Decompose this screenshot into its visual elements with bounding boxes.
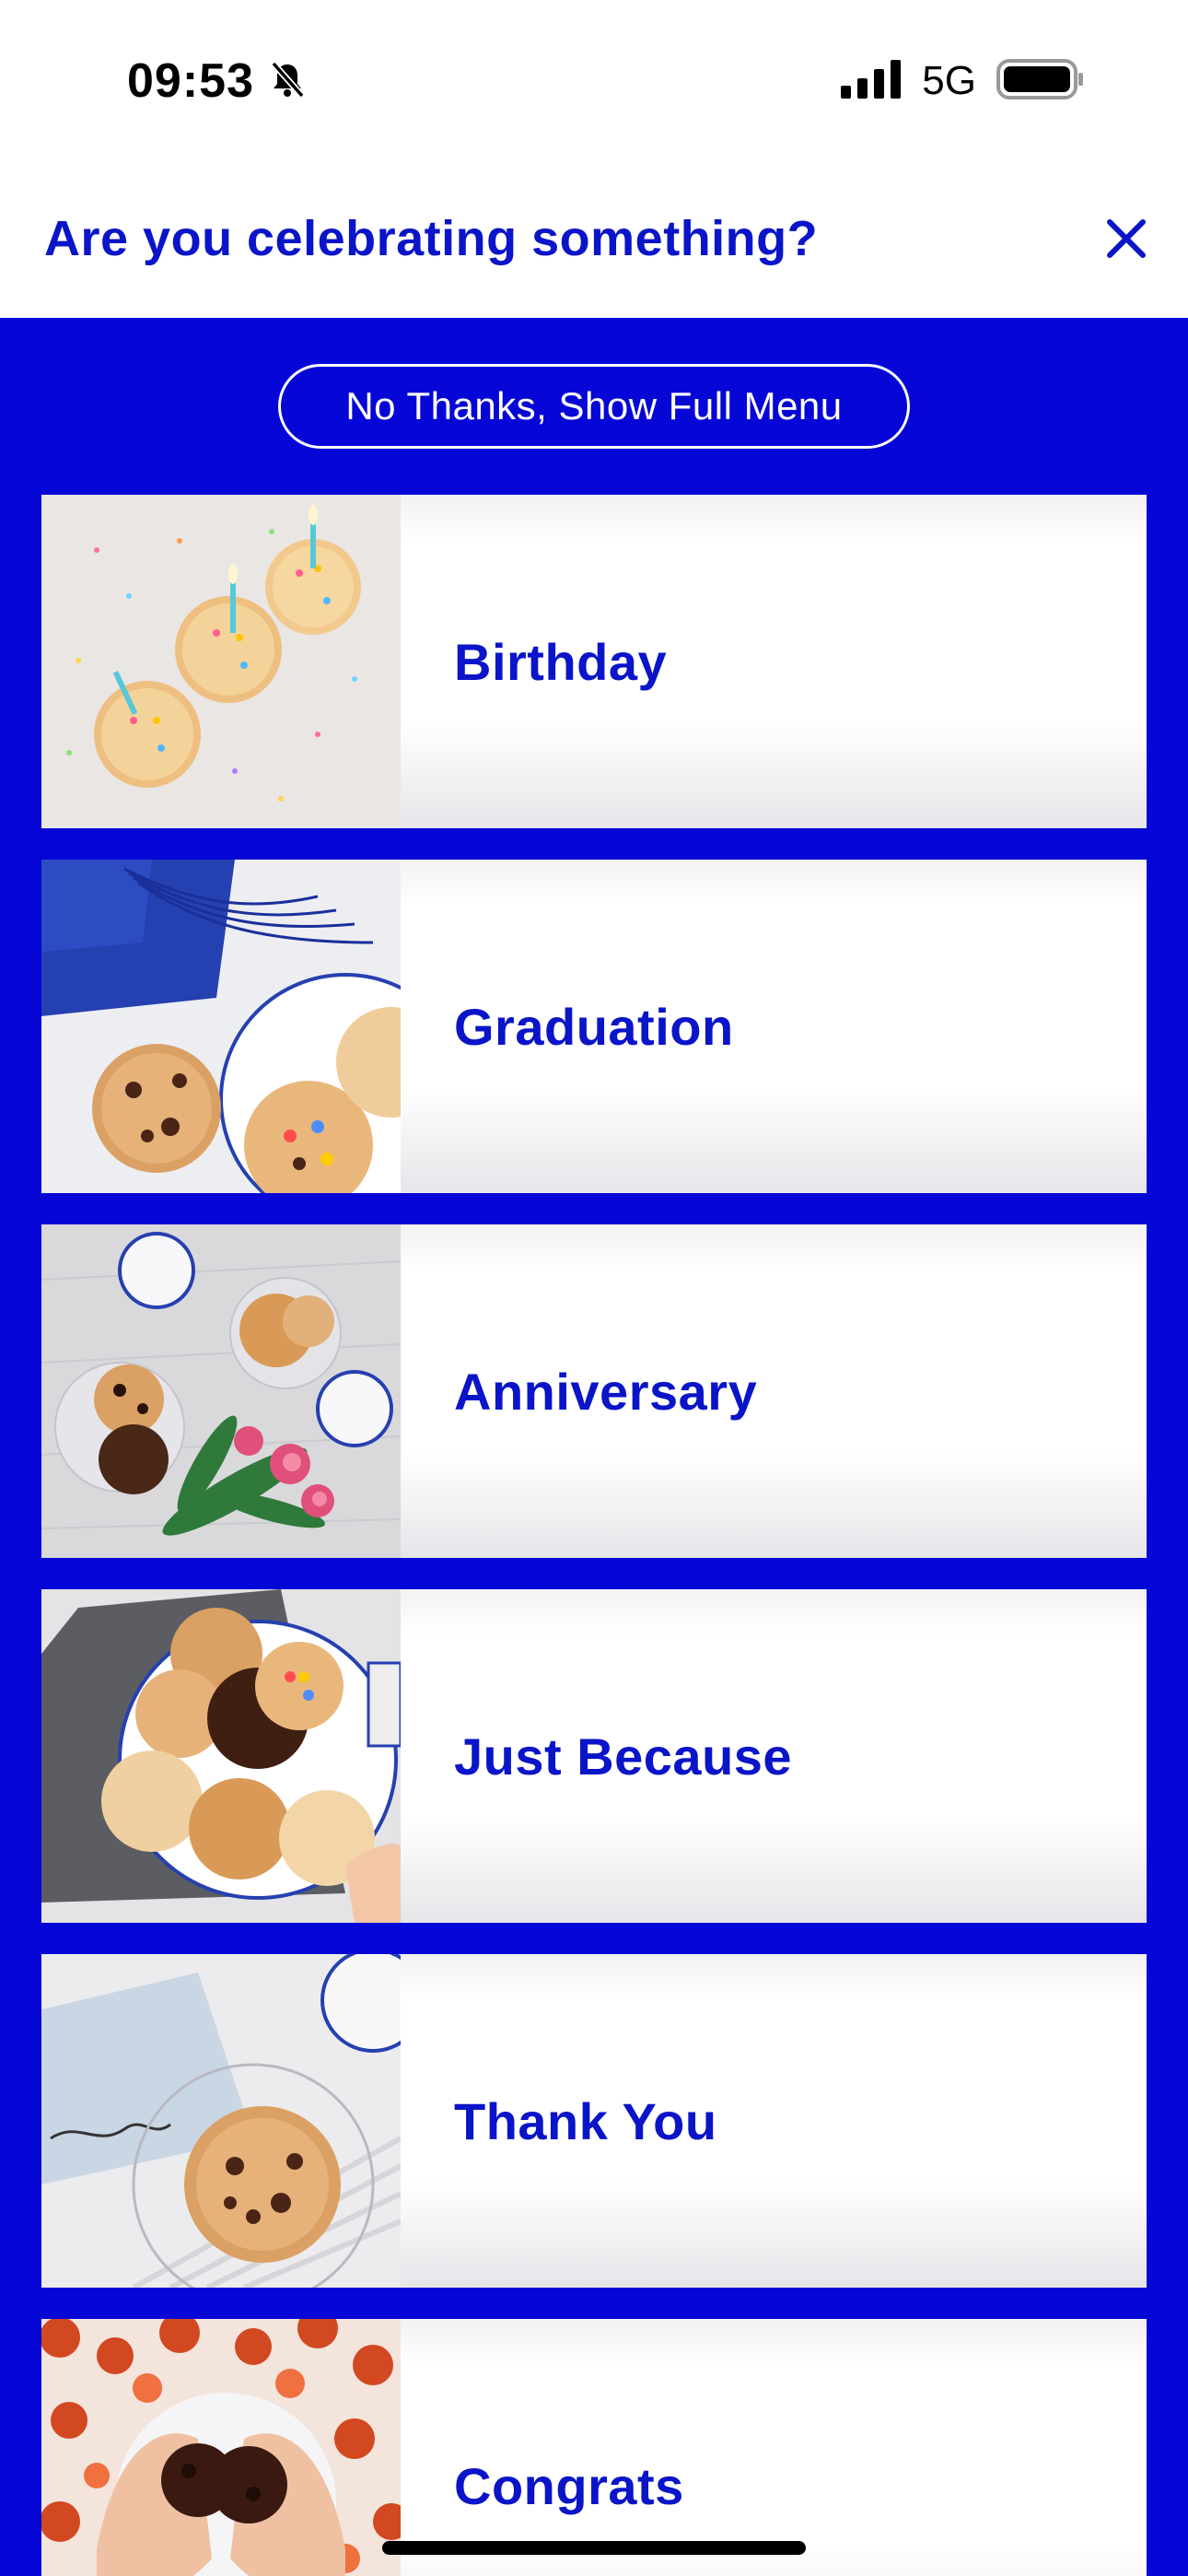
- anniversary-image: [41, 1224, 401, 1558]
- occasion-label: Anniversary: [454, 1362, 758, 1421]
- occasion-card-just-because[interactable]: Just Because: [41, 1589, 1147, 1923]
- time-group: 09:53: [127, 52, 308, 111]
- occasion-label: Birthday: [454, 632, 668, 691]
- occasion-card-graduation[interactable]: Graduation: [41, 860, 1147, 1193]
- modal-header: Are you celebrating something?: [0, 166, 1188, 318]
- close-button[interactable]: [1096, 208, 1157, 269]
- occasion-label: Just Because: [454, 1727, 793, 1786]
- occasion-card-thank-you[interactable]: Thank You: [41, 1954, 1147, 2288]
- occasion-label: Congrats: [454, 2456, 684, 2515]
- bell-muted-icon: [267, 59, 308, 104]
- occasion-label: Graduation: [454, 997, 734, 1056]
- thank-you-image: [41, 1954, 401, 2288]
- battery-icon: [996, 58, 1085, 105]
- birthday-image: [41, 495, 401, 828]
- occasion-card-anniversary[interactable]: Anniversary: [41, 1224, 1147, 1558]
- signal-icon: [841, 59, 902, 103]
- graduation-image: [41, 860, 401, 1193]
- status-bar: 09:53 5G: [0, 0, 1188, 166]
- occasion-panel: No Thanks, Show Full Menu Birthday Gradu…: [0, 318, 1188, 2576]
- occasion-card-birthday[interactable]: Birthday: [41, 495, 1147, 828]
- close-icon: [1107, 219, 1146, 258]
- occasion-label: Thank You: [454, 2091, 717, 2150]
- show-full-menu-button[interactable]: No Thanks, Show Full Menu: [278, 364, 910, 449]
- occasion-card-congrats[interactable]: Congrats: [41, 2319, 1147, 2576]
- just-because-image: [41, 1589, 401, 1923]
- status-right: 5G: [841, 55, 1085, 107]
- congrats-image: [41, 2319, 401, 2576]
- network-type: 5G: [922, 58, 976, 103]
- home-indicator[interactable]: [382, 2541, 806, 2555]
- page-title: Are you celebrating something?: [44, 211, 819, 266]
- clock-time: 09:53: [127, 54, 254, 108]
